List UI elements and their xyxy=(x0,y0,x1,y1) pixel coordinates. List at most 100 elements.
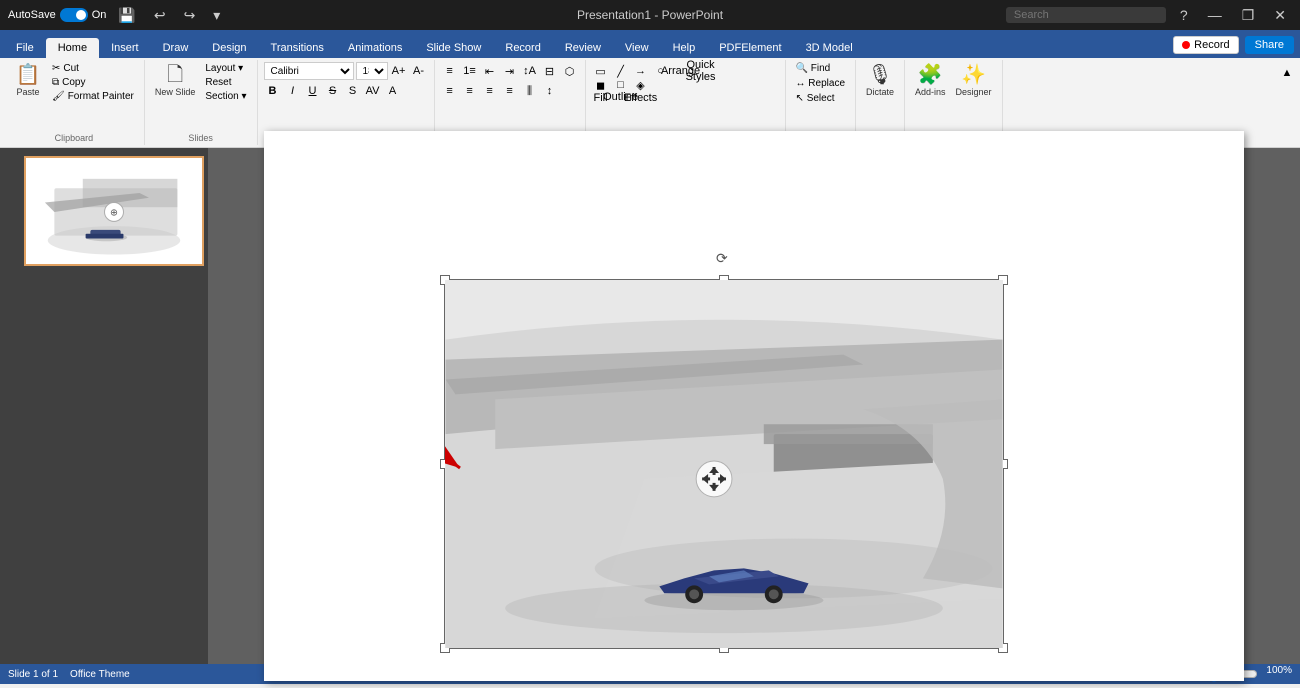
replace-button[interactable]: ↔ Replace xyxy=(792,77,849,90)
tab-insert[interactable]: Insert xyxy=(99,38,151,58)
find-button[interactable]: 🔍 Find xyxy=(792,62,835,75)
tab-pdfelement[interactable]: PDFElement xyxy=(707,38,793,58)
designer-icon: ✨ xyxy=(961,65,986,85)
new-slide-button[interactable]: 🗋 New Slide xyxy=(151,62,200,100)
slides-label: Slides xyxy=(188,131,213,143)
voice-content: 🎙 Dictate xyxy=(862,62,898,131)
tab-animations[interactable]: Animations xyxy=(336,38,414,58)
increase-indent-button[interactable]: ⇥ xyxy=(501,62,519,80)
align-right-button[interactable]: ≡ xyxy=(481,82,499,100)
shapes-row: ▭ ╱ → ○ Arrange Quick Styles xyxy=(592,62,710,80)
section-button[interactable]: Section ▾ xyxy=(201,90,250,103)
font-size-increase-button[interactable]: A+ xyxy=(390,62,408,80)
select-button[interactable]: ↖ Select xyxy=(792,92,839,105)
rotate-handle[interactable]: ⟳ xyxy=(716,250,732,266)
editing-content: 🔍 Find ↔ Replace ↖ Select xyxy=(792,62,849,131)
maximize-button[interactable]: ❐ xyxy=(1236,5,1261,26)
ribbon-group-slides: 🗋 New Slide Layout ▾ Reset Section ▾ Sli… xyxy=(145,60,258,145)
copy-button[interactable]: ⧉ Copy xyxy=(48,76,138,89)
quick-styles-button[interactable]: Quick Styles xyxy=(692,62,710,80)
zoom-level: 100% xyxy=(1266,665,1292,683)
cut-button[interactable]: ✂ Cut xyxy=(48,62,138,75)
minimize-button[interactable]: — xyxy=(1202,5,1228,25)
italic-button[interactable]: I xyxy=(284,82,302,100)
shape-effects-button[interactable]: ◈ Effects xyxy=(632,82,650,100)
shape-rect[interactable]: ▭ xyxy=(592,62,610,80)
tab-transitions[interactable]: Transitions xyxy=(259,38,336,58)
help-button[interactable]: ? xyxy=(1174,5,1194,25)
shape-arrow[interactable]: → xyxy=(632,62,650,80)
title-bar-right: ? — ❐ ✕ xyxy=(1006,5,1292,26)
slide-canvas[interactable]: ⟳ xyxy=(264,131,1244,681)
tab-3dmodel[interactable]: 3D Model xyxy=(794,38,865,58)
text-direction-button[interactable]: ↕A xyxy=(521,62,539,80)
record-button[interactable]: Record xyxy=(1173,36,1238,54)
align-left-button[interactable]: ≡ xyxy=(441,82,459,100)
autosave-label: AutoSave xyxy=(8,9,56,21)
reset-label: Reset xyxy=(205,77,231,88)
tab-review[interactable]: Review xyxy=(553,38,613,58)
close-button[interactable]: ✕ xyxy=(1268,5,1292,26)
layout-button[interactable]: Layout ▾ xyxy=(201,62,250,75)
addins-label: Add-ins xyxy=(915,87,946,97)
col-button[interactable]: ⫼ xyxy=(521,82,539,100)
redo-button[interactable]: ↪ xyxy=(178,5,202,26)
underline-button[interactable]: U xyxy=(304,82,322,100)
strikethrough-button[interactable]: S xyxy=(324,82,342,100)
tab-file[interactable]: File xyxy=(4,38,46,58)
justify-button[interactable]: ≡ xyxy=(501,82,519,100)
slide-thumbnail-1[interactable]: ⊕ xyxy=(24,156,204,266)
undo-button[interactable]: ↩ xyxy=(148,5,172,26)
tab-help[interactable]: Help xyxy=(661,38,708,58)
tab-record[interactable]: Record xyxy=(493,38,552,58)
collapse-ribbon-button[interactable]: ▲ xyxy=(1278,64,1296,82)
3d-model-container[interactable]: ⟳ xyxy=(444,279,1004,649)
shape-line[interactable]: ╱ xyxy=(612,62,630,80)
tab-view[interactable]: View xyxy=(613,38,661,58)
dictate-icon: 🎙 xyxy=(867,65,892,85)
slides-col: Layout ▾ Reset Section ▾ xyxy=(201,62,250,103)
bullets-button[interactable]: ≡ xyxy=(441,62,459,80)
3d-model-visual xyxy=(445,280,1003,648)
designer-button[interactable]: ✨ Designer xyxy=(952,62,996,100)
slide-info: Slide 1 of 1 xyxy=(8,669,58,680)
para-row2: ≡ ≡ ≡ ≡ ⫼ ↕ xyxy=(441,82,559,100)
reset-button[interactable]: Reset xyxy=(201,76,250,89)
tab-home[interactable]: Home xyxy=(46,38,99,58)
font-size-decrease-button[interactable]: A- xyxy=(410,62,428,80)
section-label: Section ▾ xyxy=(205,91,246,102)
ribbon-collapse: ▲ xyxy=(1278,60,1296,145)
autosave-toggle[interactable]: AutoSave On xyxy=(8,8,106,22)
designer-label: Designer xyxy=(956,87,992,97)
new-slide-icon: 🗋 xyxy=(167,65,183,85)
title-bar: AutoSave On 💾 ↩ ↪ ▾ Presentation1 - Powe… xyxy=(0,0,1300,30)
tab-draw[interactable]: Draw xyxy=(151,38,201,58)
align-text-button[interactable]: ⊟ xyxy=(541,62,559,80)
copy-label: Copy xyxy=(62,77,85,88)
bold-button[interactable]: B xyxy=(264,82,282,100)
slide-item-1[interactable]: 1 ⊕ xyxy=(4,156,204,266)
autosave-toggle-switch[interactable] xyxy=(60,8,88,22)
char-spacing-button[interactable]: AV xyxy=(364,82,382,100)
align-center-button[interactable]: ≡ xyxy=(461,82,479,100)
addins-button[interactable]: 🧩 Add-ins xyxy=(911,62,950,100)
tab-design[interactable]: Design xyxy=(200,38,258,58)
paste-button[interactable]: 📋 Paste xyxy=(10,62,46,100)
format-painter-button[interactable]: 🖌 Format Painter xyxy=(48,90,138,103)
main-area: 1 ⊕ xyxy=(0,148,1300,664)
line-spacing-button[interactable]: ↕ xyxy=(541,82,559,100)
numbering-button[interactable]: 1≡ xyxy=(461,62,479,80)
share-button[interactable]: Share xyxy=(1245,36,1294,54)
customize-button[interactable]: ▾ xyxy=(207,5,226,26)
smartart-button[interactable]: ⬡ xyxy=(561,62,579,80)
addins-icon: 🧩 xyxy=(918,65,943,85)
tab-slideshow[interactable]: Slide Show xyxy=(414,38,493,58)
font-family-select[interactable]: Calibri xyxy=(264,62,354,80)
font-size-select[interactable]: 18 xyxy=(356,62,388,80)
save-button[interactable]: 💾 xyxy=(112,5,141,26)
dictate-button[interactable]: 🎙 Dictate xyxy=(862,62,898,100)
search-input[interactable] xyxy=(1006,7,1166,23)
font-color-button[interactable]: A xyxy=(384,82,402,100)
shadow-button[interactable]: S xyxy=(344,82,362,100)
decrease-indent-button[interactable]: ⇤ xyxy=(481,62,499,80)
